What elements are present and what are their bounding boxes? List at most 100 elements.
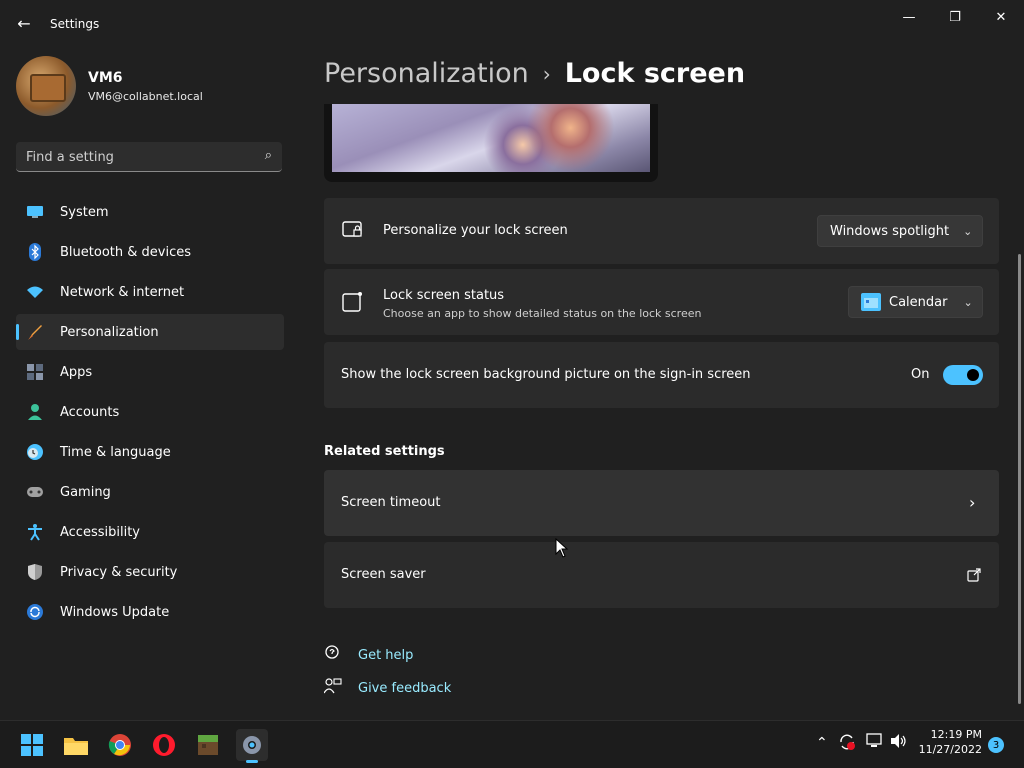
sidebar: VM6 VM6@collabnet.local ⌕ System Bluetoo… — [0, 48, 300, 720]
personalize-lock-screen-label: Personalize your lock screen — [383, 223, 568, 238]
lock-screen-status-label: Lock screen status — [383, 288, 505, 303]
chevron-up-icon[interactable]: ⌃ — [816, 735, 828, 751]
help-chat-icon — [324, 644, 342, 666]
sidebar-item-label: Bluetooth & devices — [60, 244, 191, 260]
volume-icon[interactable] — [890, 733, 908, 753]
toggle-state-label: On — [911, 367, 930, 382]
app-title: Settings — [50, 17, 100, 31]
signin-background-card: Show the lock screen background picture … — [324, 342, 999, 408]
lock-screen-status-dropdown[interactable]: Calendar ⌄ — [848, 286, 983, 318]
back-arrow-icon[interactable]: ← — [12, 10, 36, 36]
avatar — [16, 56, 76, 116]
minecraft-icon[interactable] — [192, 729, 224, 761]
lock-screen-preview — [324, 104, 658, 182]
shield-icon — [26, 563, 44, 581]
opera-icon[interactable] — [148, 729, 180, 761]
clock-time: 12:19 PM — [930, 728, 982, 741]
screen-saver-label: Screen saver — [341, 567, 426, 582]
sidebar-item-label: Network & internet — [60, 284, 185, 300]
search-input[interactable] — [16, 142, 258, 172]
apps-icon — [26, 363, 44, 381]
sidebar-item-windows-update[interactable]: Windows Update — [16, 594, 284, 630]
user-profile[interactable]: VM6 VM6@collabnet.local — [16, 56, 296, 120]
personalize-lock-screen-dropdown[interactable]: Windows spotlight ⌄ — [817, 215, 983, 247]
sidebar-item-gaming[interactable]: Gaming — [16, 474, 284, 510]
sidebar-item-label: Apps — [60, 364, 93, 380]
status-box-icon — [342, 291, 364, 318]
scrollbar[interactable] — [1018, 254, 1021, 704]
update-icon — [26, 603, 44, 621]
sidebar-item-label: System — [60, 204, 109, 220]
brush-icon — [26, 323, 44, 341]
sidebar-item-personalization[interactable]: Personalization — [16, 314, 284, 350]
breadcrumb: Personalization › Lock screen — [324, 58, 745, 89]
taskbar: ⌃ 12:19 PM 11/27/2022 3 — [0, 720, 1024, 768]
sidebar-item-privacy-security[interactable]: Privacy & security — [16, 554, 284, 590]
signin-background-toggle[interactable] — [943, 365, 983, 385]
related-settings-heading: Related settings — [324, 444, 445, 459]
chevron-right-icon: › — [969, 493, 976, 512]
notification-badge[interactable]: 3 — [988, 737, 1004, 753]
lock-screen-status-card: Lock screen status Choose an app to show… — [324, 269, 999, 335]
sidebar-item-label: Time & language — [60, 444, 171, 460]
sidebar-item-accessibility[interactable]: Accessibility — [16, 514, 284, 550]
sidebar-item-label: Accounts — [60, 404, 120, 420]
sidebar-item-network[interactable]: Network & internet — [16, 274, 284, 310]
sidebar-item-label: Gaming — [60, 484, 111, 500]
sidebar-item-time-language[interactable]: Time & language — [16, 434, 284, 470]
search-box[interactable]: ⌕ — [16, 142, 282, 172]
network-icon[interactable] — [866, 733, 884, 753]
monitor-icon — [26, 203, 44, 221]
chevron-right-icon: › — [542, 61, 551, 86]
sidebar-item-label: Privacy & security — [60, 564, 178, 580]
sidebar-item-accounts[interactable]: Accounts — [16, 394, 284, 430]
calendar-icon — [861, 293, 881, 311]
feedback-person-icon — [323, 677, 342, 699]
sidebar-item-label: Personalization — [60, 324, 159, 340]
chevron-down-icon: ⌄ — [963, 295, 973, 309]
title-bar: ← Settings — ❐ ✕ — [0, 0, 1024, 48]
get-help-label[interactable]: Get help — [358, 648, 413, 663]
clock-date: 11/27/2022 — [918, 743, 982, 756]
sidebar-nav: System Bluetooth & devices Network & int… — [16, 194, 284, 634]
maximize-icon[interactable]: ❐ — [932, 4, 978, 30]
screen-saver-card[interactable]: Screen saver — [324, 542, 999, 608]
settings-app-icon[interactable] — [236, 729, 268, 763]
sidebar-item-label: Windows Update — [60, 604, 170, 620]
search-icon[interactable]: ⌕ — [265, 148, 272, 163]
bluetooth-icon — [26, 243, 44, 261]
sidebar-item-apps[interactable]: Apps — [16, 354, 284, 390]
lock-screen-device-icon — [342, 220, 364, 245]
screen-timeout-card[interactable]: Screen timeout › — [324, 470, 999, 536]
page-title: Lock screen — [564, 58, 746, 89]
user-email: VM6@collabnet.local — [88, 90, 203, 103]
lock-screen-preview-image — [332, 104, 650, 172]
user-name: VM6 — [88, 70, 123, 86]
chevron-down-icon: ⌄ — [963, 224, 973, 238]
give-feedback-label[interactable]: Give feedback — [358, 681, 451, 696]
accessibility-icon — [26, 523, 44, 541]
start-button[interactable] — [16, 729, 48, 761]
sidebar-item-bluetooth[interactable]: Bluetooth & devices — [16, 234, 284, 270]
main-content: Personalization › Lock screen Personaliz… — [323, 48, 1024, 720]
breadcrumb-parent[interactable]: Personalization — [324, 58, 529, 89]
screen-timeout-label: Screen timeout — [341, 495, 441, 510]
dropdown-value: Windows spotlight — [830, 223, 950, 239]
chrome-icon[interactable] — [104, 729, 136, 761]
gamepad-icon — [26, 483, 44, 501]
personalize-lock-screen-card: Personalize your lock screen Windows spo… — [324, 198, 999, 264]
sync-error-icon[interactable] — [838, 733, 856, 755]
taskbar-clock[interactable]: 12:19 PM 11/27/2022 — [919, 727, 982, 757]
mouse-cursor-icon — [555, 537, 569, 563]
sidebar-item-label: Accessibility — [60, 524, 140, 540]
give-feedback-link[interactable]: Give feedback — [323, 677, 451, 699]
minimize-icon[interactable]: — — [886, 4, 932, 30]
open-external-icon — [967, 567, 981, 586]
lock-screen-status-description: Choose an app to show detailed status on… — [383, 307, 702, 320]
close-icon[interactable]: ✕ — [978, 4, 1024, 30]
wifi-icon — [26, 283, 44, 301]
get-help-link[interactable]: Get help — [324, 644, 413, 666]
clock-globe-icon — [26, 443, 44, 461]
file-explorer-icon[interactable] — [60, 729, 92, 761]
sidebar-item-system[interactable]: System — [16, 194, 284, 230]
